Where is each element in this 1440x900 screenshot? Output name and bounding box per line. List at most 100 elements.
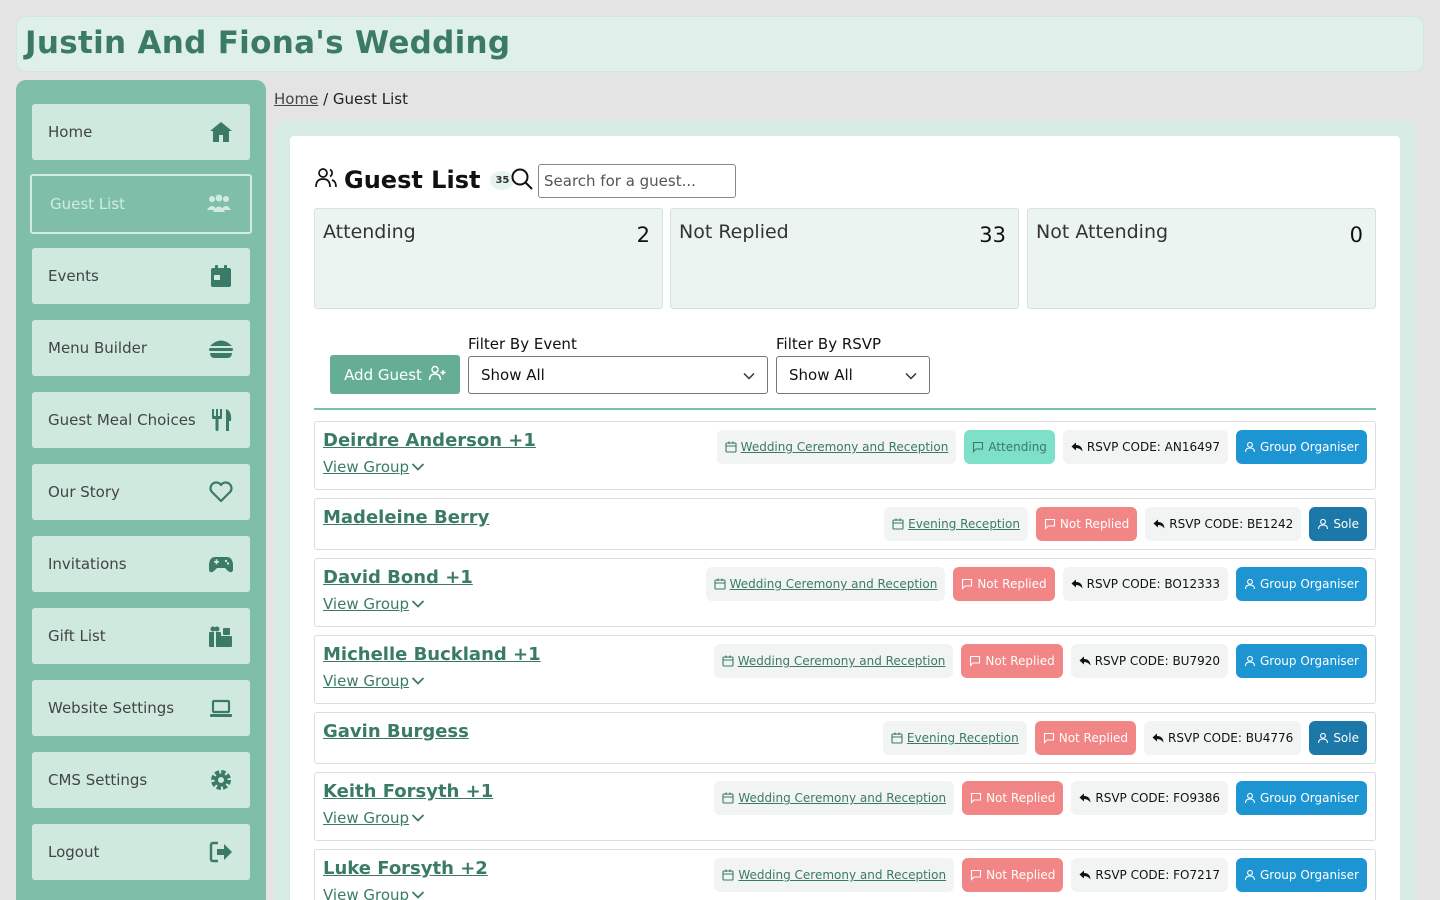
event-link[interactable]: Wedding Ceremony and Reception — [741, 440, 949, 454]
guest-name-link[interactable]: Gavin Burgess — [323, 721, 469, 742]
role-label: Group Organiser — [1260, 440, 1359, 454]
guest-badges: Wedding Ceremony and Reception Not Replie… — [714, 781, 1367, 815]
stat-value: 33 — [979, 223, 1006, 247]
role-label: Group Organiser — [1260, 791, 1359, 805]
search-input[interactable] — [538, 164, 736, 198]
guest-row: David Bond +1 View Group Wedding Ceremony … — [314, 558, 1376, 627]
rsvp-code-label: RSVP CODE: AN16497 — [1086, 440, 1220, 454]
guest-name-link[interactable]: Luke Forsyth +2 — [323, 858, 488, 879]
gear-icon — [208, 767, 234, 793]
role-badge[interactable]: Group Organiser — [1236, 781, 1367, 815]
role-badge[interactable]: Sole — [1309, 721, 1367, 755]
guest-badges: Evening Reception Not Replied RSVP CODE: B… — [884, 507, 1367, 541]
rsvp-status-badge: Not Replied — [961, 644, 1063, 678]
user-plus-icon — [428, 364, 446, 386]
filter-rsvp-select[interactable]: Show All — [776, 356, 930, 394]
rsvp-status-label: Not Replied — [986, 868, 1056, 882]
rsvp-status-badge: Not Replied — [953, 567, 1055, 601]
event-badge[interactable]: Evening Reception — [884, 507, 1028, 541]
nav-label: Events — [48, 267, 99, 285]
guest-row: Madeleine Berry Evening Reception Not Repl… — [314, 498, 1376, 550]
site-title: Justin And Fiona's Wedding — [25, 25, 511, 61]
stat-value: 0 — [1349, 223, 1363, 247]
guest-name-link[interactable]: Madeleine Berry — [323, 507, 489, 528]
calendar-icon — [722, 869, 734, 881]
rsvp-status-label: Not Replied — [1058, 731, 1129, 745]
nav-guest-list[interactable]: Guest List — [30, 174, 252, 234]
comment-icon — [972, 441, 984, 453]
nav-website-settings[interactable]: Website Settings — [32, 680, 250, 736]
view-group-label: View Group — [323, 886, 410, 900]
nav-gift-list[interactable]: Gift List — [32, 608, 250, 664]
role-badge[interactable]: Group Organiser — [1236, 567, 1367, 601]
rsvp-status-badge: Attending — [964, 430, 1055, 464]
user-icon — [1244, 792, 1256, 804]
comment-icon — [970, 869, 982, 881]
stat-label: Not Attending — [1036, 221, 1169, 243]
view-group-toggle[interactable]: View Group — [323, 672, 425, 690]
rsvp-status-badge: Not Replied — [1035, 507, 1138, 541]
guest-row: Keith Forsyth +1 View Group Wedding Ceremo… — [314, 772, 1376, 841]
home-icon — [208, 119, 234, 145]
role-label: Group Organiser — [1260, 577, 1359, 591]
role-badge[interactable]: Sole — [1309, 507, 1367, 541]
nav-label: Website Settings — [48, 699, 175, 717]
rsvp-status-badge: Not Replied — [962, 858, 1064, 892]
reply-icon — [1071, 441, 1083, 453]
guest-badges: Evening Reception Not Replied RSVP CODE: B… — [882, 721, 1367, 755]
event-link[interactable]: Wedding Ceremony and Reception — [738, 868, 946, 882]
view-group-toggle[interactable]: View Group — [323, 809, 425, 827]
event-badge[interactable]: Wedding Ceremony and Reception — [713, 644, 954, 678]
reply-icon — [1079, 655, 1091, 667]
guest-name-link[interactable]: Michelle Buckland +1 — [323, 644, 541, 665]
stat-attending: Attending 2 — [314, 208, 663, 309]
filter-event-select[interactable]: Show All — [468, 356, 768, 394]
nav-logout[interactable]: Logout — [32, 824, 250, 880]
nav-label: Guest Meal Choices — [48, 411, 196, 429]
event-link[interactable]: Evening Reception — [907, 731, 1019, 745]
nav-our-story[interactable]: Our Story — [32, 464, 250, 520]
guest-row: Gavin Burgess Evening Reception Not Replie… — [314, 712, 1376, 764]
event-badge[interactable]: Wedding Ceremony and Reception — [705, 567, 946, 601]
nav-guest-meal-choices[interactable]: Guest Meal Choices — [32, 392, 250, 448]
search-bar — [510, 164, 736, 198]
rsvp-status-badge: Not Replied — [962, 781, 1064, 815]
role-badge[interactable]: Group Organiser — [1236, 644, 1367, 678]
guest-name-link[interactable]: Deirdre Anderson +1 — [323, 430, 536, 451]
nav-home[interactable]: Home — [32, 104, 250, 160]
guest-badges: Wedding Ceremony and Reception Attending R… — [716, 430, 1367, 464]
guest-name-link[interactable]: David Bond +1 — [323, 567, 473, 588]
view-group-toggle[interactable]: View Group — [323, 595, 425, 613]
view-group-label: View Group — [323, 458, 410, 476]
guest-row: Michelle Buckland +1 View Group Wedding Ce… — [314, 635, 1376, 704]
nav-cms-settings[interactable]: CMS Settings — [32, 752, 250, 808]
event-badge[interactable]: Wedding Ceremony and Reception — [714, 781, 955, 815]
chevron-down-icon — [905, 366, 917, 384]
event-link[interactable]: Wedding Ceremony and Reception — [738, 654, 946, 668]
role-label: Sole — [1333, 517, 1359, 531]
event-badge[interactable]: Wedding Ceremony and Reception — [716, 430, 957, 464]
calendar-icon — [208, 263, 234, 289]
rsvp-status-label: Not Replied — [1059, 517, 1130, 531]
nav-events[interactable]: Events — [32, 248, 250, 304]
rsvp-code-badge: RSVP CODE: FO9386 — [1071, 781, 1228, 815]
event-link[interactable]: Evening Reception — [908, 517, 1020, 531]
event-link[interactable]: Wedding Ceremony and Reception — [738, 791, 946, 805]
comment-icon — [969, 655, 981, 667]
role-badge[interactable]: Group Organiser — [1236, 858, 1367, 892]
role-badge[interactable]: Group Organiser — [1236, 430, 1367, 464]
breadcrumb-home-link[interactable]: Home — [274, 90, 318, 108]
event-link[interactable]: Wedding Ceremony and Reception — [730, 577, 938, 591]
add-guest-button[interactable]: Add Guest — [330, 355, 460, 394]
view-group-toggle[interactable]: View Group — [323, 886, 425, 900]
nav-invitations[interactable]: Invitations — [32, 536, 250, 592]
event-badge[interactable]: Evening Reception — [882, 721, 1027, 755]
divider — [314, 408, 1376, 410]
rsvp-code-label: RSVP CODE: BU4776 — [1168, 731, 1294, 745]
view-group-toggle[interactable]: View Group — [323, 458, 425, 476]
comment-icon — [1044, 518, 1056, 530]
nav-menu-builder[interactable]: Menu Builder — [32, 320, 250, 376]
guest-name-link[interactable]: Keith Forsyth +1 — [323, 781, 493, 802]
event-badge[interactable]: Wedding Ceremony and Reception — [714, 858, 955, 892]
nav-label: CMS Settings — [48, 771, 148, 789]
